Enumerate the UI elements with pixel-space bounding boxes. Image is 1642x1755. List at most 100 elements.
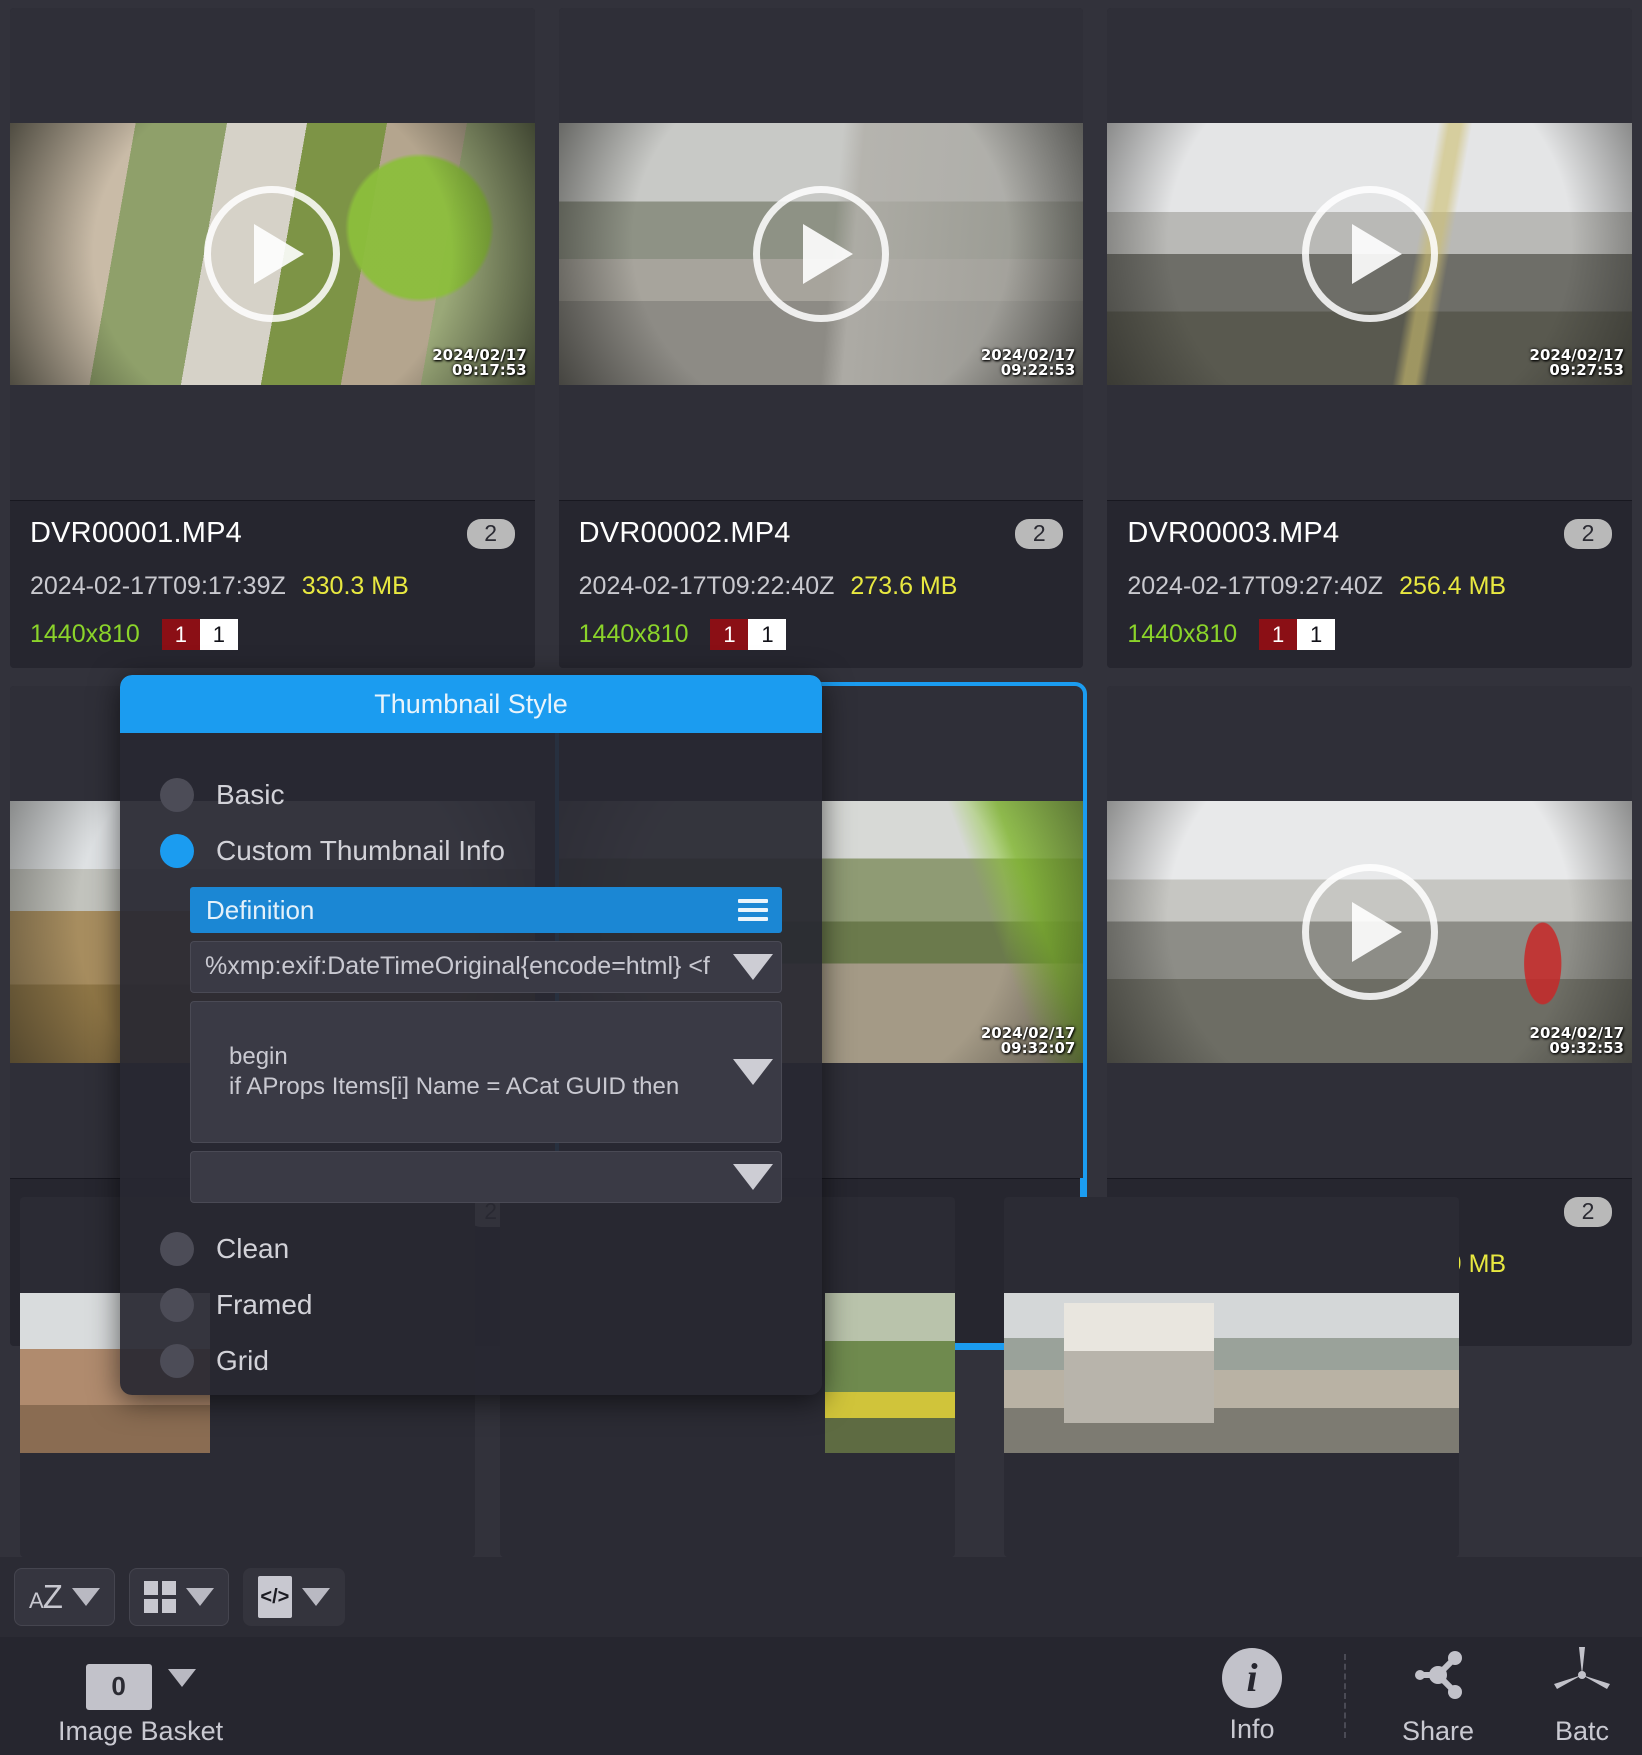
bottom-right-group: i Info Share Batc <box>1168 1645 1642 1747</box>
layout-button[interactable] <box>128 1568 229 1626</box>
file-name: DVR00001.MP4 <box>30 517 242 549</box>
thumbnail-tile[interactable]: 2024/02/17 09:17:53 DVR00001.MP4 2 2024-… <box>10 8 535 668</box>
share-icon <box>1405 1645 1471 1710</box>
tile-image: 2024/02/17 09:22:53 <box>558 123 1084 385</box>
info-icon: i <box>1222 1647 1282 1708</box>
radio-icon-grid[interactable] <box>160 1344 194 1378</box>
code-icon: </> <box>257 1576 292 1618</box>
basket-icon: 0 <box>85 1646 152 1710</box>
definition-header-label: Definition <box>206 894 315 925</box>
definition-header-bar[interactable]: Definition <box>190 887 782 933</box>
video-timestamp-overlay: 2024/02/17 09:17:53 <box>432 345 527 380</box>
video-timestamp-overlay: 2024/02/17 09:32:53 <box>1529 1023 1624 1058</box>
chevron-down-icon[interactable] <box>733 1164 773 1190</box>
photo-timestamp-overlay: 2024/02/17 09:32:07 <box>980 1023 1076 1058</box>
file-size: 330.3 MB <box>301 572 409 600</box>
play-icon[interactable] <box>204 186 341 322</box>
definition-input[interactable]: %xmp:exif:DateTimeOriginal{encode=html} … <box>190 941 782 993</box>
page-count-badge: 2 <box>1015 518 1064 549</box>
play-icon[interactable] <box>1301 864 1438 1000</box>
share-label: Share <box>1401 1716 1475 1746</box>
grid-view-icon <box>143 1581 176 1613</box>
batch-label: Batc <box>1554 1716 1610 1746</box>
flag-badges: 1 1 <box>1259 619 1336 650</box>
chevron-down-icon[interactable] <box>71 1588 100 1606</box>
share-button[interactable]: Share <box>1354 1645 1522 1747</box>
radio-icon-framed[interactable] <box>160 1288 194 1322</box>
sort-az-icon: AZ <box>29 1578 63 1616</box>
play-icon[interactable] <box>1301 186 1438 322</box>
image-basket-button[interactable]: 0 Image Basket <box>58 1646 223 1747</box>
radio-label-framed: Framed <box>216 1289 313 1320</box>
flag-badge-white: 1 <box>1297 619 1336 650</box>
script-input-value: begin if AProps Items[i] Name = ACat GUI… <box>229 1043 680 1100</box>
radio-icon-custom-thumbnail-info[interactable] <box>160 834 194 868</box>
thumbnail-style-dialog: Thumbnail Style Basic Custom Thumbnail I… <box>120 675 822 1395</box>
sort-a-letter: A <box>29 1588 44 1613</box>
tile-info: DVR00002.MP4 2 2024-02-17T09:22:40Z 273.… <box>558 500 1084 668</box>
info-button[interactable]: i Info <box>1168 1647 1336 1745</box>
code-view-button[interactable]: </> <box>242 1568 345 1626</box>
video-timestamp-overlay: 2024/02/17 09:22:53 <box>980 345 1076 380</box>
radio-option-framed[interactable]: Framed <box>120 1277 822 1333</box>
flag-badges: 1 1 <box>161 619 238 650</box>
radio-option-custom-thumbnail-info[interactable]: Custom Thumbnail Info <box>120 823 822 879</box>
batch-button[interactable]: Batc <box>1522 1645 1642 1747</box>
definition-section: Definition %xmp:exif:DateTimeOriginal{en… <box>120 879 822 1203</box>
radio-label-custom-thumbnail-info: Custom Thumbnail Info <box>216 835 505 866</box>
thumbnail-tile[interactable]: 2024/02/17 09:27:53 DVR00003.MP4 2 2024-… <box>1107 8 1632 668</box>
chevron-down-icon[interactable] <box>301 1588 330 1606</box>
file-resolution: 1440x810 <box>1127 620 1238 648</box>
basket-count: 0 <box>85 1663 152 1710</box>
page-count-badge: 2 <box>1564 518 1612 549</box>
tile-image-area[interactable]: 2024/02/17 09:22:53 <box>558 8 1084 500</box>
dialog-title: Thumbnail Style <box>120 675 822 733</box>
flag-badge-red: 1 <box>161 619 200 650</box>
page-count-badge: 2 <box>1564 1196 1612 1227</box>
sort-z-letter: Z <box>42 1578 63 1615</box>
tile-image-area[interactable]: 2024/02/17 09:17:53 <box>10 8 535 500</box>
radio-label-clean: Clean <box>216 1233 290 1264</box>
file-resolution: 1440x810 <box>578 620 689 648</box>
tile-image <box>825 1293 955 1453</box>
flag-badge-white: 1 <box>748 619 787 650</box>
toolbar-divider <box>1344 1654 1346 1738</box>
sort-button[interactable]: AZ <box>14 1568 115 1626</box>
flag-badge-white: 1 <box>199 619 238 650</box>
tile-image: 2024/02/17 09:17:53 <box>10 123 535 385</box>
radio-icon-clean[interactable] <box>160 1232 194 1266</box>
info-label: Info <box>1229 1713 1275 1744</box>
video-timestamp-overlay: 2024/02/17 09:27:53 <box>1529 345 1624 380</box>
play-icon[interactable] <box>752 186 889 322</box>
file-size: 256.4 MB <box>1399 572 1507 600</box>
flag-badges: 1 1 <box>710 619 787 650</box>
file-date: 2024-02-17T09:17:39Z <box>30 572 286 600</box>
radio-option-basic[interactable]: Basic <box>120 767 822 823</box>
flag-badge-red: 1 <box>710 619 749 650</box>
hamburger-menu-icon[interactable] <box>738 899 768 921</box>
tile-image-area[interactable]: 2024/02/17 09:32:53 <box>1107 686 1632 1178</box>
tile-info: DVR00001.MP4 2 2024-02-17T09:17:39Z 330.… <box>10 500 535 668</box>
batch-icon <box>1549 1645 1615 1710</box>
thumbnail-tile[interactable]: 2024/02/17 09:22:53 DVR00002.MP4 2 2024-… <box>558 8 1084 668</box>
building-shape <box>1064 1303 1214 1423</box>
file-date: 2024-02-17T09:27:40Z <box>1127 572 1384 600</box>
file-resolution: 1440x810 <box>30 620 140 648</box>
tile-image: 2024/02/17 09:32:53 <box>1107 801 1632 1063</box>
dialog-body: Basic Custom Thumbnail Info Definition %… <box>120 733 822 1395</box>
radio-icon-basic[interactable] <box>160 778 194 812</box>
tile-image-area[interactable]: 2024/02/17 09:27:53 <box>1107 8 1632 500</box>
bottom-toolbar: 0 Image Basket i Info Share Batc <box>0 1637 1642 1755</box>
radio-option-clean[interactable]: Clean <box>120 1221 822 1277</box>
extra-input[interactable] <box>190 1151 782 1203</box>
chevron-down-icon[interactable] <box>733 1059 773 1085</box>
chevron-down-icon[interactable] <box>733 954 773 980</box>
thumbnail-tile-partial[interactable] <box>1004 1197 1459 1557</box>
image-basket-label: Image Basket <box>58 1715 224 1746</box>
tile-image: 2024/02/17 09:27:53 <box>1107 123 1632 385</box>
file-name: DVR00002.MP4 <box>578 517 791 549</box>
chevron-down-icon[interactable] <box>167 1668 196 1687</box>
radio-option-grid[interactable]: Grid <box>120 1333 822 1389</box>
chevron-down-icon[interactable] <box>185 1588 214 1606</box>
script-input[interactable]: begin if AProps Items[i] Name = ACat GUI… <box>190 1001 782 1143</box>
